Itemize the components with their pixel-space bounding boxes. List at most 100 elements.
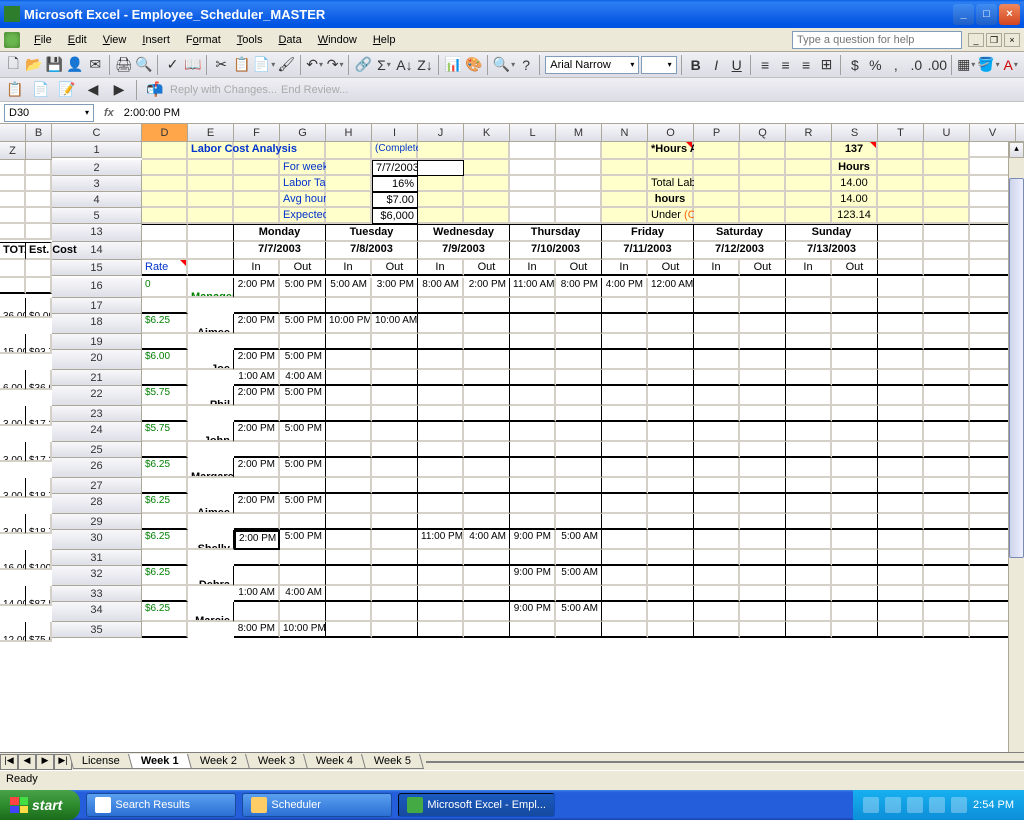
time-in2[interactable] <box>602 406 648 422</box>
time-out2[interactable] <box>280 442 326 458</box>
time-out2[interactable] <box>464 442 510 458</box>
cell[interactable] <box>878 422 924 442</box>
time-in[interactable] <box>786 350 832 370</box>
row-23[interactable]: 23 <box>52 406 142 422</box>
time-out2[interactable] <box>832 586 878 602</box>
zoom-button[interactable]: 🔍▾ <box>493 54 515 76</box>
cell[interactable] <box>740 192 786 208</box>
time-out2[interactable] <box>280 406 326 422</box>
tray-icon-2[interactable] <box>885 797 901 813</box>
cell[interactable] <box>464 192 510 208</box>
mdi-restore[interactable]: ❐ <box>986 33 1002 47</box>
cell[interactable] <box>142 514 188 530</box>
time-out[interactable] <box>740 530 786 550</box>
cell[interactable] <box>510 208 556 224</box>
menu-insert[interactable]: Insert <box>134 32 178 48</box>
cell[interactable] <box>924 314 970 334</box>
font-selector[interactable]: Arial Narrow▾ <box>545 56 639 74</box>
time-in2[interactable] <box>234 298 280 314</box>
autosum-button[interactable]: Σ▾ <box>375 54 394 76</box>
redo-button[interactable]: ↷▾ <box>326 54 345 76</box>
time-out[interactable] <box>740 278 786 298</box>
col-Z[interactable]: Z <box>0 142 26 160</box>
row-22[interactable]: 22 <box>52 386 142 406</box>
time-out2[interactable] <box>556 514 602 530</box>
time-out[interactable] <box>740 494 786 514</box>
cell[interactable] <box>878 242 924 260</box>
row-5[interactable]: 5 <box>52 208 142 224</box>
rate-cell[interactable]: $6.25 <box>142 530 188 550</box>
cell[interactable] <box>878 494 924 514</box>
time-in[interactable] <box>326 458 372 478</box>
align-right-button[interactable]: ≡ <box>797 54 816 76</box>
cell[interactable] <box>924 142 970 160</box>
time-out[interactable] <box>372 350 418 370</box>
time-out2[interactable] <box>280 334 326 350</box>
time-out2[interactable] <box>832 550 878 566</box>
time-out2[interactable] <box>740 334 786 350</box>
cell[interactable] <box>142 298 188 314</box>
tab-next[interactable]: ▶ <box>36 754 54 770</box>
emp-name[interactable]: Manager <box>188 278 234 298</box>
time-out2[interactable] <box>740 442 786 458</box>
out-header[interactable]: Out <box>372 260 418 276</box>
time-out[interactable] <box>280 566 326 586</box>
drawing-button[interactable]: 🎨 <box>465 54 484 76</box>
out-header[interactable]: Out <box>832 260 878 276</box>
cell[interactable] <box>694 176 740 192</box>
time-in[interactable] <box>418 602 464 622</box>
time-out[interactable]: 5:00 AM <box>556 530 602 550</box>
time-in2[interactable] <box>510 622 556 638</box>
cell[interactable] <box>924 494 970 514</box>
in-header[interactable]: In <box>418 260 464 276</box>
cell[interactable] <box>878 350 924 370</box>
time-in[interactable]: 2:00 PM <box>234 386 280 406</box>
time-out[interactable] <box>740 458 786 478</box>
time-out2[interactable] <box>740 514 786 530</box>
cell[interactable]: *Hours Available <box>648 142 694 160</box>
time-out[interactable]: 5:00 AM <box>556 566 602 586</box>
cell[interactable] <box>924 192 970 208</box>
time-out[interactable]: 12:00 AM <box>648 278 694 298</box>
cell[interactable] <box>0 176 26 192</box>
cell[interactable] <box>786 142 832 160</box>
cell[interactable] <box>878 586 924 602</box>
time-in2[interactable] <box>786 478 832 494</box>
cell[interactable] <box>234 160 280 176</box>
time-in2[interactable] <box>326 586 372 602</box>
time-in[interactable] <box>418 350 464 370</box>
time-out2[interactable] <box>464 406 510 422</box>
time-out2[interactable] <box>464 514 510 530</box>
in-header[interactable]: In <box>786 260 832 276</box>
time-out[interactable] <box>464 422 510 442</box>
time-out2[interactable] <box>648 298 694 314</box>
time-out[interactable] <box>832 314 878 334</box>
cell[interactable] <box>924 350 970 370</box>
align-left-button[interactable]: ≡ <box>756 54 775 76</box>
in-header[interactable]: In <box>602 260 648 276</box>
cell[interactable]: Total Labor Hours + <box>648 176 694 192</box>
tab-first[interactable]: |◀ <box>0 754 18 770</box>
review-icon4[interactable]: ◀ <box>82 79 104 101</box>
row-31[interactable]: 31 <box>52 550 142 566</box>
time-in2[interactable]: 1:00 AM <box>234 370 280 386</box>
cell[interactable] <box>878 192 924 208</box>
time-in2[interactable] <box>694 586 740 602</box>
review-icon2[interactable]: 📄 <box>30 79 52 101</box>
cell[interactable] <box>924 422 970 442</box>
email-button[interactable]: ✉ <box>86 54 105 76</box>
col-H[interactable]: H <box>326 124 372 142</box>
cell[interactable] <box>924 442 970 458</box>
time-out2[interactable] <box>372 334 418 350</box>
time-in[interactable]: 11:00 PM <box>418 530 464 550</box>
emp-name[interactable]: Margaret <box>188 458 234 478</box>
minimize-button[interactable]: _ <box>953 4 974 25</box>
time-out[interactable] <box>832 602 878 622</box>
fx-icon[interactable]: fx <box>98 107 120 119</box>
cell[interactable] <box>878 298 924 314</box>
cell[interactable] <box>142 224 188 242</box>
time-in2[interactable] <box>694 478 740 494</box>
paste-button[interactable]: 📄▾ <box>253 54 275 76</box>
cell[interactable]: Hours <box>832 160 878 176</box>
time-in2[interactable] <box>510 334 556 350</box>
